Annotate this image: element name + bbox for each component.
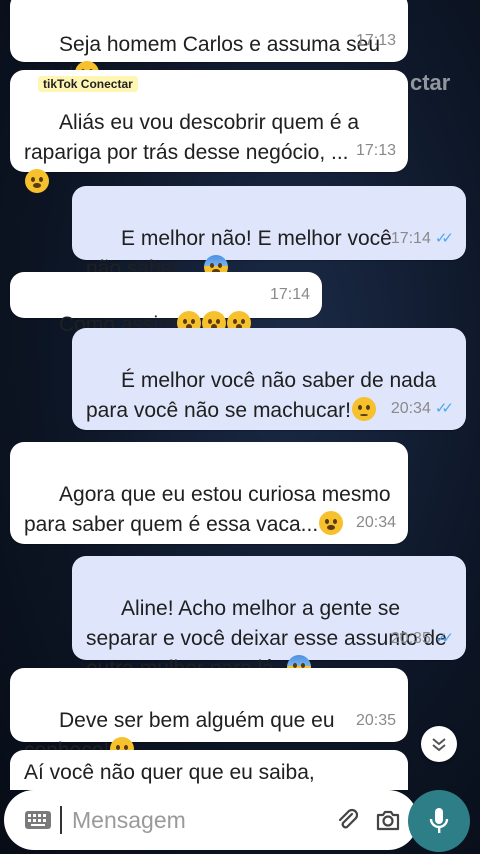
- angry-face-icon: [319, 511, 344, 535]
- message-outgoing[interactable]: Aline! Acho melhor a gente se separar e …: [72, 556, 466, 680]
- camera-icon[interactable]: [370, 802, 406, 838]
- message-incoming[interactable]: Deve ser bem alguém que eu conheço! 20:3…: [10, 668, 408, 762]
- keyboard-icon[interactable]: [20, 802, 56, 838]
- scroll-to-bottom-button[interactable]: [421, 726, 457, 762]
- message-time: 17:14: [390, 230, 431, 247]
- message-text: Agora que eu estou curiosa mesmo para sa…: [24, 483, 397, 536]
- chat-area[interactable]: Seja homem Carlos e assuma seu caso! 17:…: [0, 0, 480, 790]
- message-input[interactable]: Mensagem: [72, 807, 326, 834]
- text-caret: [60, 806, 62, 834]
- message-time: 17:13: [355, 142, 396, 159]
- message-time: 20:34: [355, 514, 396, 531]
- microphone-icon: [429, 808, 449, 833]
- message-text: Aí você não quer que eu saiba,: [24, 761, 315, 784]
- watermark-tag: tikTok Conectar: [38, 76, 138, 92]
- message-time: 20:34: [390, 400, 431, 417]
- read-receipt-icon: ✓✓: [434, 400, 454, 417]
- message-time: 20:35: [390, 630, 431, 647]
- message-incoming[interactable]: Agora que eu estou curiosa mesmo para sa…: [10, 442, 408, 544]
- message-incoming[interactable]: Aí você não quer que eu saiba,: [10, 750, 408, 790]
- read-receipt-icon: ✓✓: [434, 230, 454, 247]
- angry-face-icon: [25, 169, 49, 193]
- message-incoming[interactable]: Seja homem Carlos e assuma seu caso! 17:…: [10, 0, 408, 86]
- message-time: 17:14: [269, 286, 310, 303]
- message-composer[interactable]: Mensagem: [4, 790, 418, 850]
- pensive-face-icon: [351, 397, 376, 421]
- message-outgoing[interactable]: É melhor você não saber de nada para voc…: [72, 328, 466, 430]
- message-outgoing[interactable]: E melhor não! E melhor você não saber ..…: [72, 186, 466, 280]
- microphone-button[interactable]: [408, 790, 470, 852]
- message-time: 17:13: [355, 32, 396, 49]
- message-time: 20:35: [355, 712, 396, 729]
- chevron-down-icon: [432, 738, 446, 752]
- read-receipt-icon: ✓✓: [434, 630, 454, 647]
- attach-icon[interactable]: [330, 802, 366, 838]
- message-incoming[interactable]: Como assim 17:14: [10, 272, 322, 336]
